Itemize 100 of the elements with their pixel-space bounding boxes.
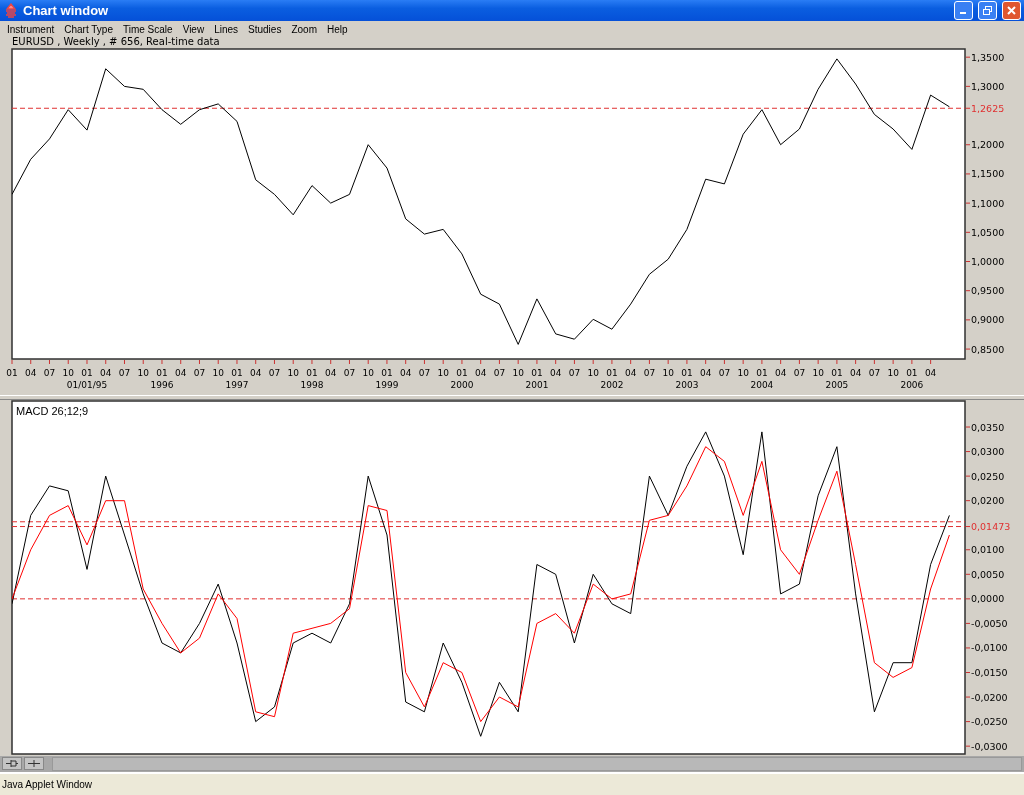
axis-label: 01 [606,367,618,378]
tick-mark [386,359,388,365]
axis-label: 10 [812,367,824,378]
tick-mark [798,359,800,365]
tick-mark [611,359,613,365]
tick-mark [180,359,182,365]
tick-mark [273,359,275,365]
tick-mark [965,202,971,204]
tick-mark [855,359,857,365]
tick-mark [911,359,913,365]
tick-mark [965,598,971,600]
axis-label: 10 [662,367,674,378]
axis-label: 10 [137,367,149,378]
axis-label: 10 [362,367,374,378]
tick-mark [965,144,971,146]
axis-label: 07 [568,367,581,378]
axis-label: 0,9000 [971,314,1005,326]
tick-mark [142,359,144,365]
axis-label: 04 [849,367,862,378]
tick-mark [124,359,125,365]
menu-item[interactable]: Zoom [288,23,324,36]
axis-label: 2003 [675,379,699,390]
tick-mark [930,359,932,365]
menu-item[interactable]: Instrument [4,23,62,36]
axis-label: 2004 [750,379,774,390]
axis-label: -0,0100 [971,642,1008,654]
tick-mark [348,359,350,365]
tick-mark [86,359,88,365]
tick-mark [686,359,688,365]
tick-mark [836,359,838,365]
axis-label: 04 [100,367,112,378]
axis-label: 1,1000 [971,197,1005,209]
axis-label: 0,0200 [971,494,1005,506]
axis-label: -0,0300 [971,740,1008,752]
crosshair-button[interactable] [24,757,44,771]
menu-item[interactable]: Help [323,23,355,36]
app-icon [4,2,18,19]
tick-mark [965,107,971,109]
axis-label: 0,0250 [971,470,1005,482]
axis-label: 1997 [225,379,249,390]
menu-item[interactable]: Time Scale [120,23,180,36]
tick-mark [667,359,669,365]
tick-mark [30,359,32,365]
axis-label: 10 [212,367,224,378]
tick-mark [330,359,332,365]
menu-item[interactable]: View [179,23,212,36]
pin-button[interactable] [2,757,22,771]
axis-label: 2000 [450,379,474,390]
tick-mark [105,359,107,365]
tick-mark [705,359,707,365]
axis-label: 0,0050 [971,568,1005,580]
tick-mark [892,359,894,365]
tick-mark [965,573,971,575]
restore-button[interactable] [978,1,997,21]
menu-item[interactable]: Lines [211,23,246,36]
axis-label: 04 [399,367,412,378]
axis-label: 1,0000 [971,255,1005,267]
tick-mark [161,359,163,365]
close-icon [1006,5,1017,17]
axis-label: 2001 [525,379,549,390]
axis-label: 07 [193,367,206,378]
menu-item[interactable]: Chart Type [61,23,120,36]
tick-mark [817,359,819,365]
tick-mark [311,359,313,365]
close-button[interactable] [1002,1,1021,21]
axis-label: 0,0300 [971,445,1005,457]
tick-mark [536,359,538,365]
axis-label: 10 [887,367,899,378]
tick-mark [723,359,725,365]
minimize-button[interactable] [954,1,973,21]
tick-mark [573,359,575,365]
tick-mark [965,173,971,175]
axis-label: 1998 [300,379,324,390]
tick-mark [965,720,971,722]
tick-mark [965,319,971,321]
axis-label: 07 [643,367,656,378]
axis-label: -0,0200 [971,691,1008,703]
axis-label: -0,0250 [971,715,1008,727]
axis-label: 04 [549,367,562,378]
axis-label: 04 [924,367,937,378]
tick-mark [965,696,971,698]
tick-mark [217,359,219,365]
axis-label: 04 [325,367,337,378]
tick-mark [236,359,238,365]
axis-label: 04 [25,367,37,378]
axis-label: 01 [681,367,693,378]
axis-label: 0,0100 [971,544,1005,555]
tick-mark [873,359,875,365]
axis-label: 01 [381,367,393,378]
axis-label: 10 [437,367,449,378]
axis-label: 10 [587,367,599,378]
axis-label: 07 [793,367,806,378]
tick-mark [480,359,482,365]
axis-label: 10 [737,367,749,378]
tick-mark [498,359,500,365]
menu-item[interactable]: Studies [245,23,289,36]
tick-mark [517,359,519,365]
axis-label: 1,2000 [971,139,1005,151]
tick-mark [965,56,971,58]
window-title: Chart window [23,3,110,19]
